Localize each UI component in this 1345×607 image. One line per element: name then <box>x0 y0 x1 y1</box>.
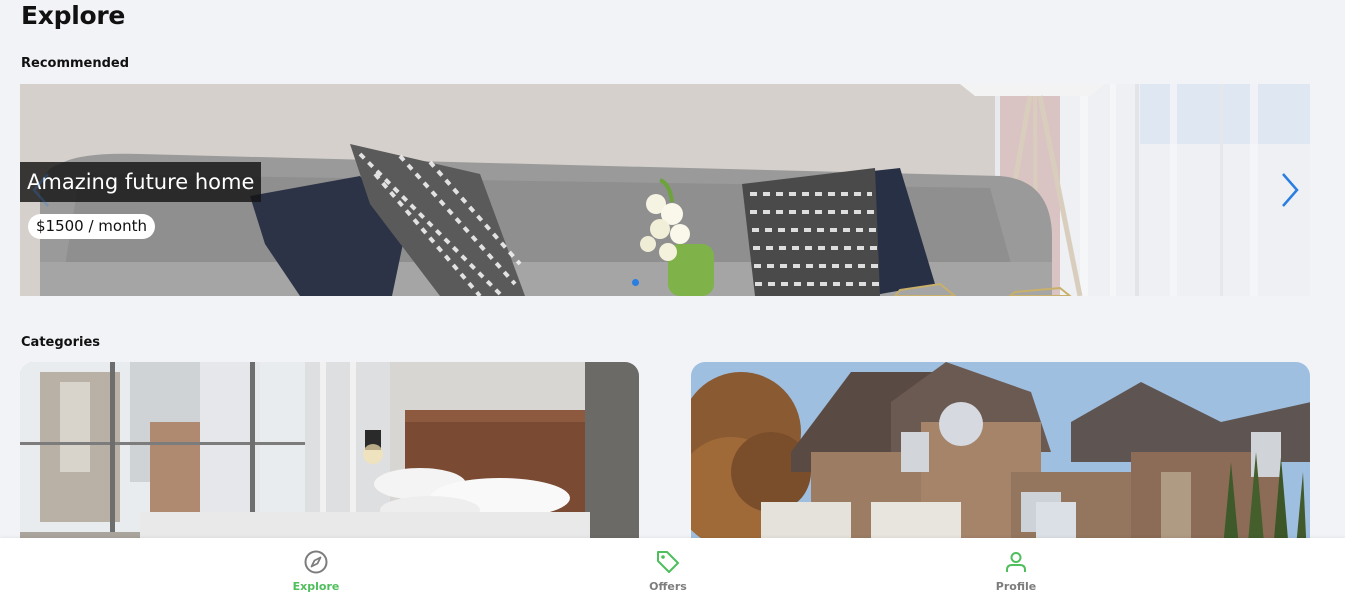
slide-price-badge: $1500 / month <box>28 214 155 239</box>
recommended-carousel[interactable]: Amazing future home $1500 / month <box>20 84 1310 296</box>
nav-item-profile[interactable]: Profile <box>956 538 1076 607</box>
compass-icon <box>304 550 328 574</box>
nav-item-offers[interactable]: Offers <box>608 538 728 607</box>
page-title: Explore <box>21 1 126 30</box>
carousel-pagination <box>632 279 639 286</box>
nav-label-explore: Explore <box>292 580 340 593</box>
nav-label-profile: Profile <box>995 580 1037 593</box>
slide-title: Amazing future home <box>20 162 262 202</box>
user-icon <box>1006 552 1026 572</box>
carousel-next-arrow-icon[interactable] <box>1279 170 1301 210</box>
carousel-prev-arrow-icon[interactable] <box>30 170 52 210</box>
nav-item-explore[interactable]: Explore <box>256 538 376 607</box>
carousel-dot-active[interactable] <box>632 279 639 286</box>
bottom-nav: Explore Offers Profile <box>0 538 1345 607</box>
categories-section-title: Categories <box>21 335 101 350</box>
tag-icon <box>657 551 679 573</box>
nav-label-offers: Offers <box>649 580 687 593</box>
recommended-section-title: Recommended <box>21 56 130 71</box>
